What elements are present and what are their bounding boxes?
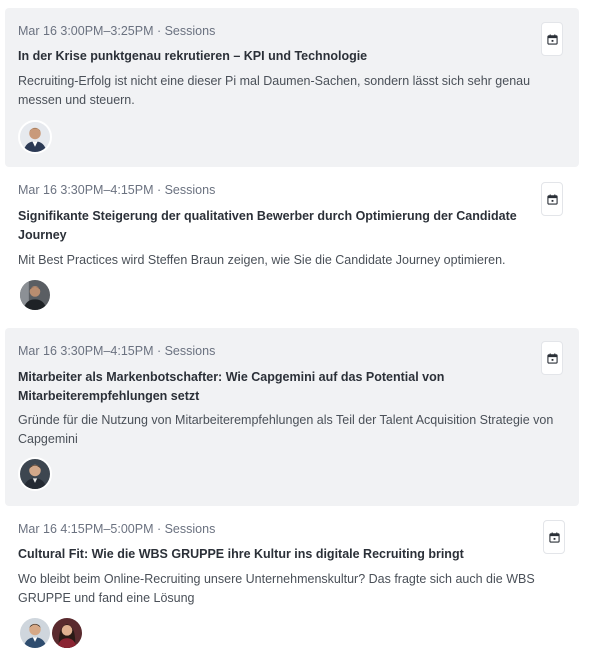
session-title[interactable]: Signifikante Steigerung der qualitativen…: [18, 207, 518, 245]
speaker-avatars: [18, 616, 84, 650]
session-title[interactable]: Cultural Fit: Wie die WBS GRUPPE ihre Ku…: [18, 545, 518, 564]
session-card[interactable]: Mar 16 4:15PM–5:00PM · Sessions Cultural…: [5, 506, 579, 664]
speaker-avatar[interactable]: [18, 457, 52, 491]
session-card[interactable]: Mar 16 3:30PM–4:15PM · Sessions Signifik…: [5, 167, 579, 328]
calendar-add-icon: [546, 33, 558, 45]
session-meta: Mar 16 3:00PM–3:25PM · Sessions: [18, 24, 216, 38]
session-description: Recruiting-Erfolg ist nicht eine dieser …: [18, 74, 531, 107]
speaker-avatar[interactable]: [50, 616, 84, 650]
add-to-calendar-button[interactable]: [543, 520, 565, 554]
session-card[interactable]: Mar 16 3:30PM–4:15PM · Sessions Mitarbei…: [5, 328, 579, 506]
session-description: Mit Best Practices wird Steffen Braun ze…: [18, 253, 506, 267]
speaker-avatar[interactable]: [18, 278, 52, 312]
add-to-calendar-button[interactable]: [541, 182, 563, 216]
session-meta: Mar 16 4:15PM–5:00PM · Sessions: [18, 522, 216, 536]
calendar-add-icon: [548, 531, 560, 543]
calendar-add-icon: [546, 352, 558, 364]
speaker-avatars: [18, 457, 52, 491]
session-title[interactable]: In der Krise punktgenau rekrutieren – KP…: [18, 47, 518, 66]
session-meta: Mar 16 3:30PM–4:15PM · Sessions: [18, 183, 216, 197]
session-description: Wo bleibt beim Online-Recruiting unsere …: [18, 572, 535, 605]
add-to-calendar-button[interactable]: [541, 341, 563, 375]
speaker-avatar[interactable]: [18, 120, 52, 154]
speaker-avatar[interactable]: [18, 616, 52, 650]
add-to-calendar-button[interactable]: [541, 22, 563, 56]
session-description: Gründe für die Nutzung von Mitarbeiterem…: [18, 413, 554, 446]
speaker-avatars: [18, 120, 52, 154]
session-meta: Mar 16 3:30PM–4:15PM · Sessions: [18, 344, 216, 358]
speaker-avatars: [18, 278, 52, 312]
session-card[interactable]: Mar 16 3:00PM–3:25PM · Sessions In der K…: [5, 8, 579, 167]
session-title[interactable]: Mitarbeiter als Markenbotschafter: Wie C…: [18, 368, 518, 406]
calendar-add-icon: [546, 193, 558, 205]
